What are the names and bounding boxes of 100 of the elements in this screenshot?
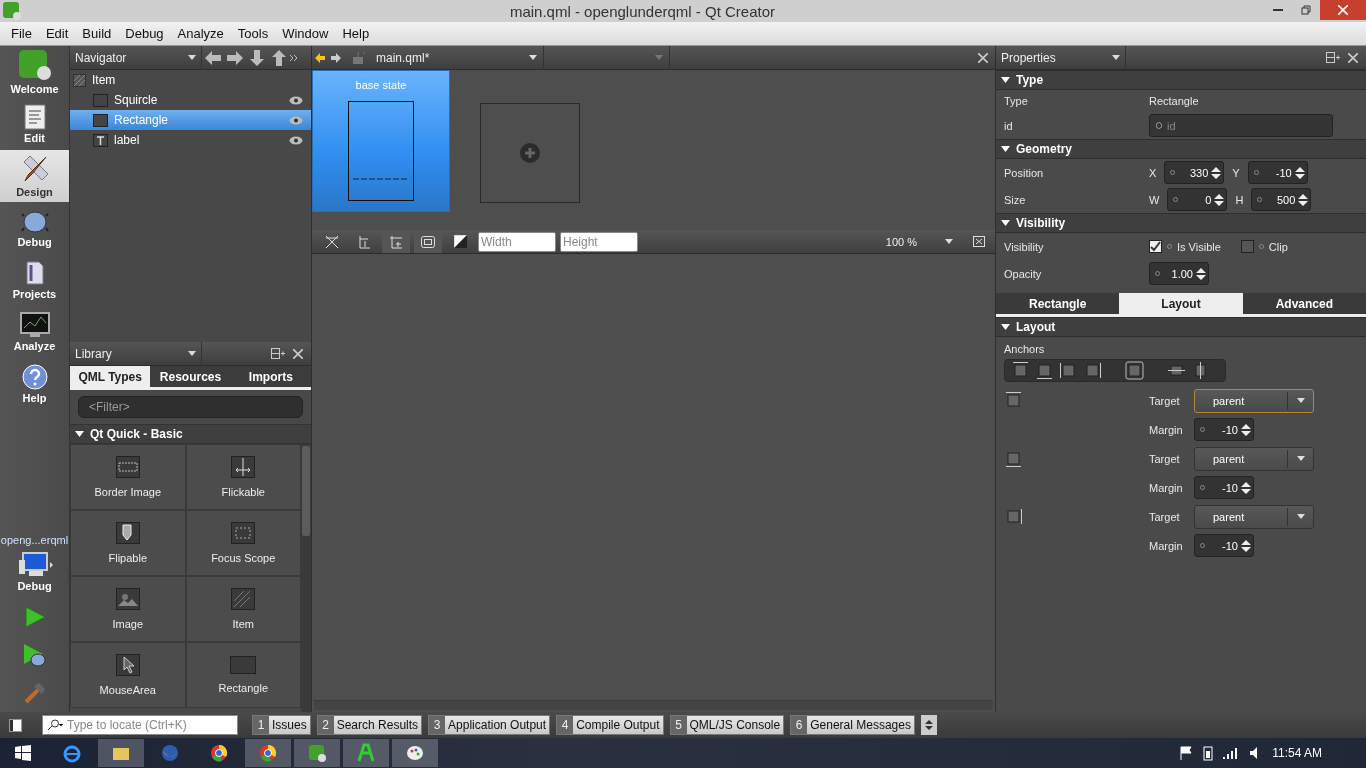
chrome-ball-icon (258, 743, 278, 763)
caret-icon (188, 55, 196, 60)
menu-item[interactable]: Tools (230, 26, 276, 41)
library-tab[interactable]: QML Types (70, 366, 151, 387)
property-label: Size (1004, 193, 1027, 206)
dashed-line-icon (353, 178, 409, 180)
width-field[interactable]: Width (478, 231, 556, 252)
output-pane-button[interactable]: 6 General Messages (790, 715, 915, 735)
zoom-level[interactable]: 100 % (885, 235, 917, 248)
menu-item[interactable]: Edit (38, 26, 76, 41)
library-item[interactable]: Rectangle (185, 642, 301, 708)
menu-item[interactable]: Analyze (170, 26, 231, 41)
spin-box[interactable]: -10 (1247, 161, 1308, 184)
section-header[interactable]: Qt Quick - Basic (70, 424, 311, 444)
spin-box[interactable]: -10 (1194, 476, 1254, 499)
properties-tab[interactable]: Layout (1119, 293, 1243, 314)
navigator-item[interactable]: label (70, 130, 311, 150)
item-icon (73, 73, 86, 87)
section-header[interactable]: Type (996, 70, 1366, 90)
mode-button[interactable]: Help (0, 358, 69, 410)
axis-label: H (1235, 193, 1244, 206)
clock[interactable]: 11:54 AM (1272, 746, 1322, 760)
split-icon[interactable] (271, 348, 285, 359)
spin-box[interactable]: -10 (1194, 418, 1254, 441)
output-pane-button[interactable]: 2 Search Results (316, 715, 423, 735)
library-tab[interactable]: Imports (230, 366, 311, 387)
id-field[interactable]: id (1149, 114, 1333, 137)
anchor-button[interactable] (1123, 360, 1145, 381)
mode-button[interactable]: Projects (0, 254, 69, 306)
caret-icon (1296, 514, 1305, 519)
locator-field[interactable]: Type to locate (Ctrl+K) (42, 715, 238, 735)
menu-item[interactable]: Help (335, 26, 377, 41)
navigator-item[interactable]: Item (70, 70, 311, 90)
spin-box[interactable]: 0 (1167, 188, 1228, 211)
property-label: Position (1004, 166, 1045, 179)
checkbox[interactable]: Clip (1240, 240, 1288, 253)
menu-item[interactable]: Debug (118, 26, 171, 41)
library-item[interactable]: Focus Scope (185, 510, 301, 576)
spin-box[interactable]: 1.00 (1149, 262, 1209, 285)
target-dropdown[interactable]: parent (1194, 388, 1314, 413)
qt-logo-icon (17, 49, 52, 81)
target-dropdown[interactable]: parent (1194, 446, 1314, 471)
split-icon[interactable] (1326, 52, 1340, 63)
mode-button[interactable]: Welcome (0, 46, 69, 98)
mode-button[interactable]: Design (0, 150, 69, 202)
close-button[interactable] (1320, 0, 1366, 20)
checkbox[interactable]: Is Visible (1149, 240, 1221, 253)
margin-label: Margin (1149, 481, 1184, 494)
close-icon[interactable] (293, 348, 303, 359)
browser-e-icon (62, 743, 82, 763)
property-label: Opacity (1004, 267, 1043, 280)
spin-box[interactable]: 500 (1251, 188, 1312, 211)
target-dropdown[interactable]: parent (1194, 504, 1314, 529)
section-header[interactable]: Visibility (996, 213, 1366, 233)
taskbar-app[interactable] (98, 739, 144, 767)
arrow-right-icon (226, 48, 244, 67)
menu-item[interactable]: File (4, 26, 39, 41)
anchor-right-icon (1004, 507, 1023, 526)
output-pane-button[interactable]: 4 Compile Output (556, 715, 664, 735)
filter-field[interactable]: <Filter> (78, 396, 303, 418)
output-pane-button[interactable]: 5 QML/JS Console (669, 715, 785, 735)
close-icon[interactable] (978, 52, 988, 63)
hammer-icon (22, 681, 47, 705)
scrollbar[interactable] (301, 444, 311, 712)
bounding-box-icon (421, 235, 435, 248)
flickable-icon (231, 456, 256, 478)
mode-button[interactable]: Edit (0, 98, 69, 150)
eye-icon (289, 95, 303, 105)
spin-box[interactable]: -10 (1194, 534, 1254, 557)
mode-button[interactable]: Analyze (0, 306, 69, 358)
qt-logo-icon (307, 743, 327, 763)
output-pane-button[interactable]: 3 Application Output (428, 715, 551, 735)
document-icon (23, 104, 46, 130)
library-item[interactable]: Flickable (185, 444, 301, 510)
section-header[interactable]: Layout (996, 317, 1366, 337)
arrow-up-icon (270, 48, 288, 67)
mode-button[interactable]: Debug (0, 202, 69, 254)
menu-item[interactable]: Build (75, 26, 119, 41)
section-header[interactable]: Geometry (996, 139, 1366, 159)
library-tab[interactable]: Resources (150, 366, 231, 387)
taskbar-app[interactable] (294, 739, 340, 767)
height-field[interactable]: Height (560, 231, 638, 252)
taskbar-app[interactable] (392, 739, 438, 767)
library-item[interactable]: MouseArea (70, 642, 186, 708)
spin-box[interactable]: 330 (1164, 161, 1225, 184)
spin-arrows-icon (1196, 266, 1206, 281)
menu-item[interactable]: Window (275, 26, 336, 41)
output-pane-button[interactable]: 1 Issues (252, 715, 311, 735)
navigator-item[interactable]: Squircle (70, 90, 311, 110)
library-item[interactable]: Image (70, 576, 186, 642)
pane-switch-button[interactable] (920, 715, 937, 735)
kit-selector[interactable]: Debug (0, 546, 69, 598)
close-icon[interactable] (1348, 52, 1358, 63)
taskbar-app[interactable] (245, 739, 291, 767)
library-item[interactable]: Border Image (70, 444, 186, 510)
properties-tab[interactable]: Advanced (1242, 293, 1366, 314)
library-item[interactable]: Item (185, 576, 301, 642)
axis-label: W (1149, 193, 1160, 206)
library-item[interactable]: Flipable (70, 510, 186, 576)
properties-tab[interactable]: Rectangle (996, 293, 1120, 314)
